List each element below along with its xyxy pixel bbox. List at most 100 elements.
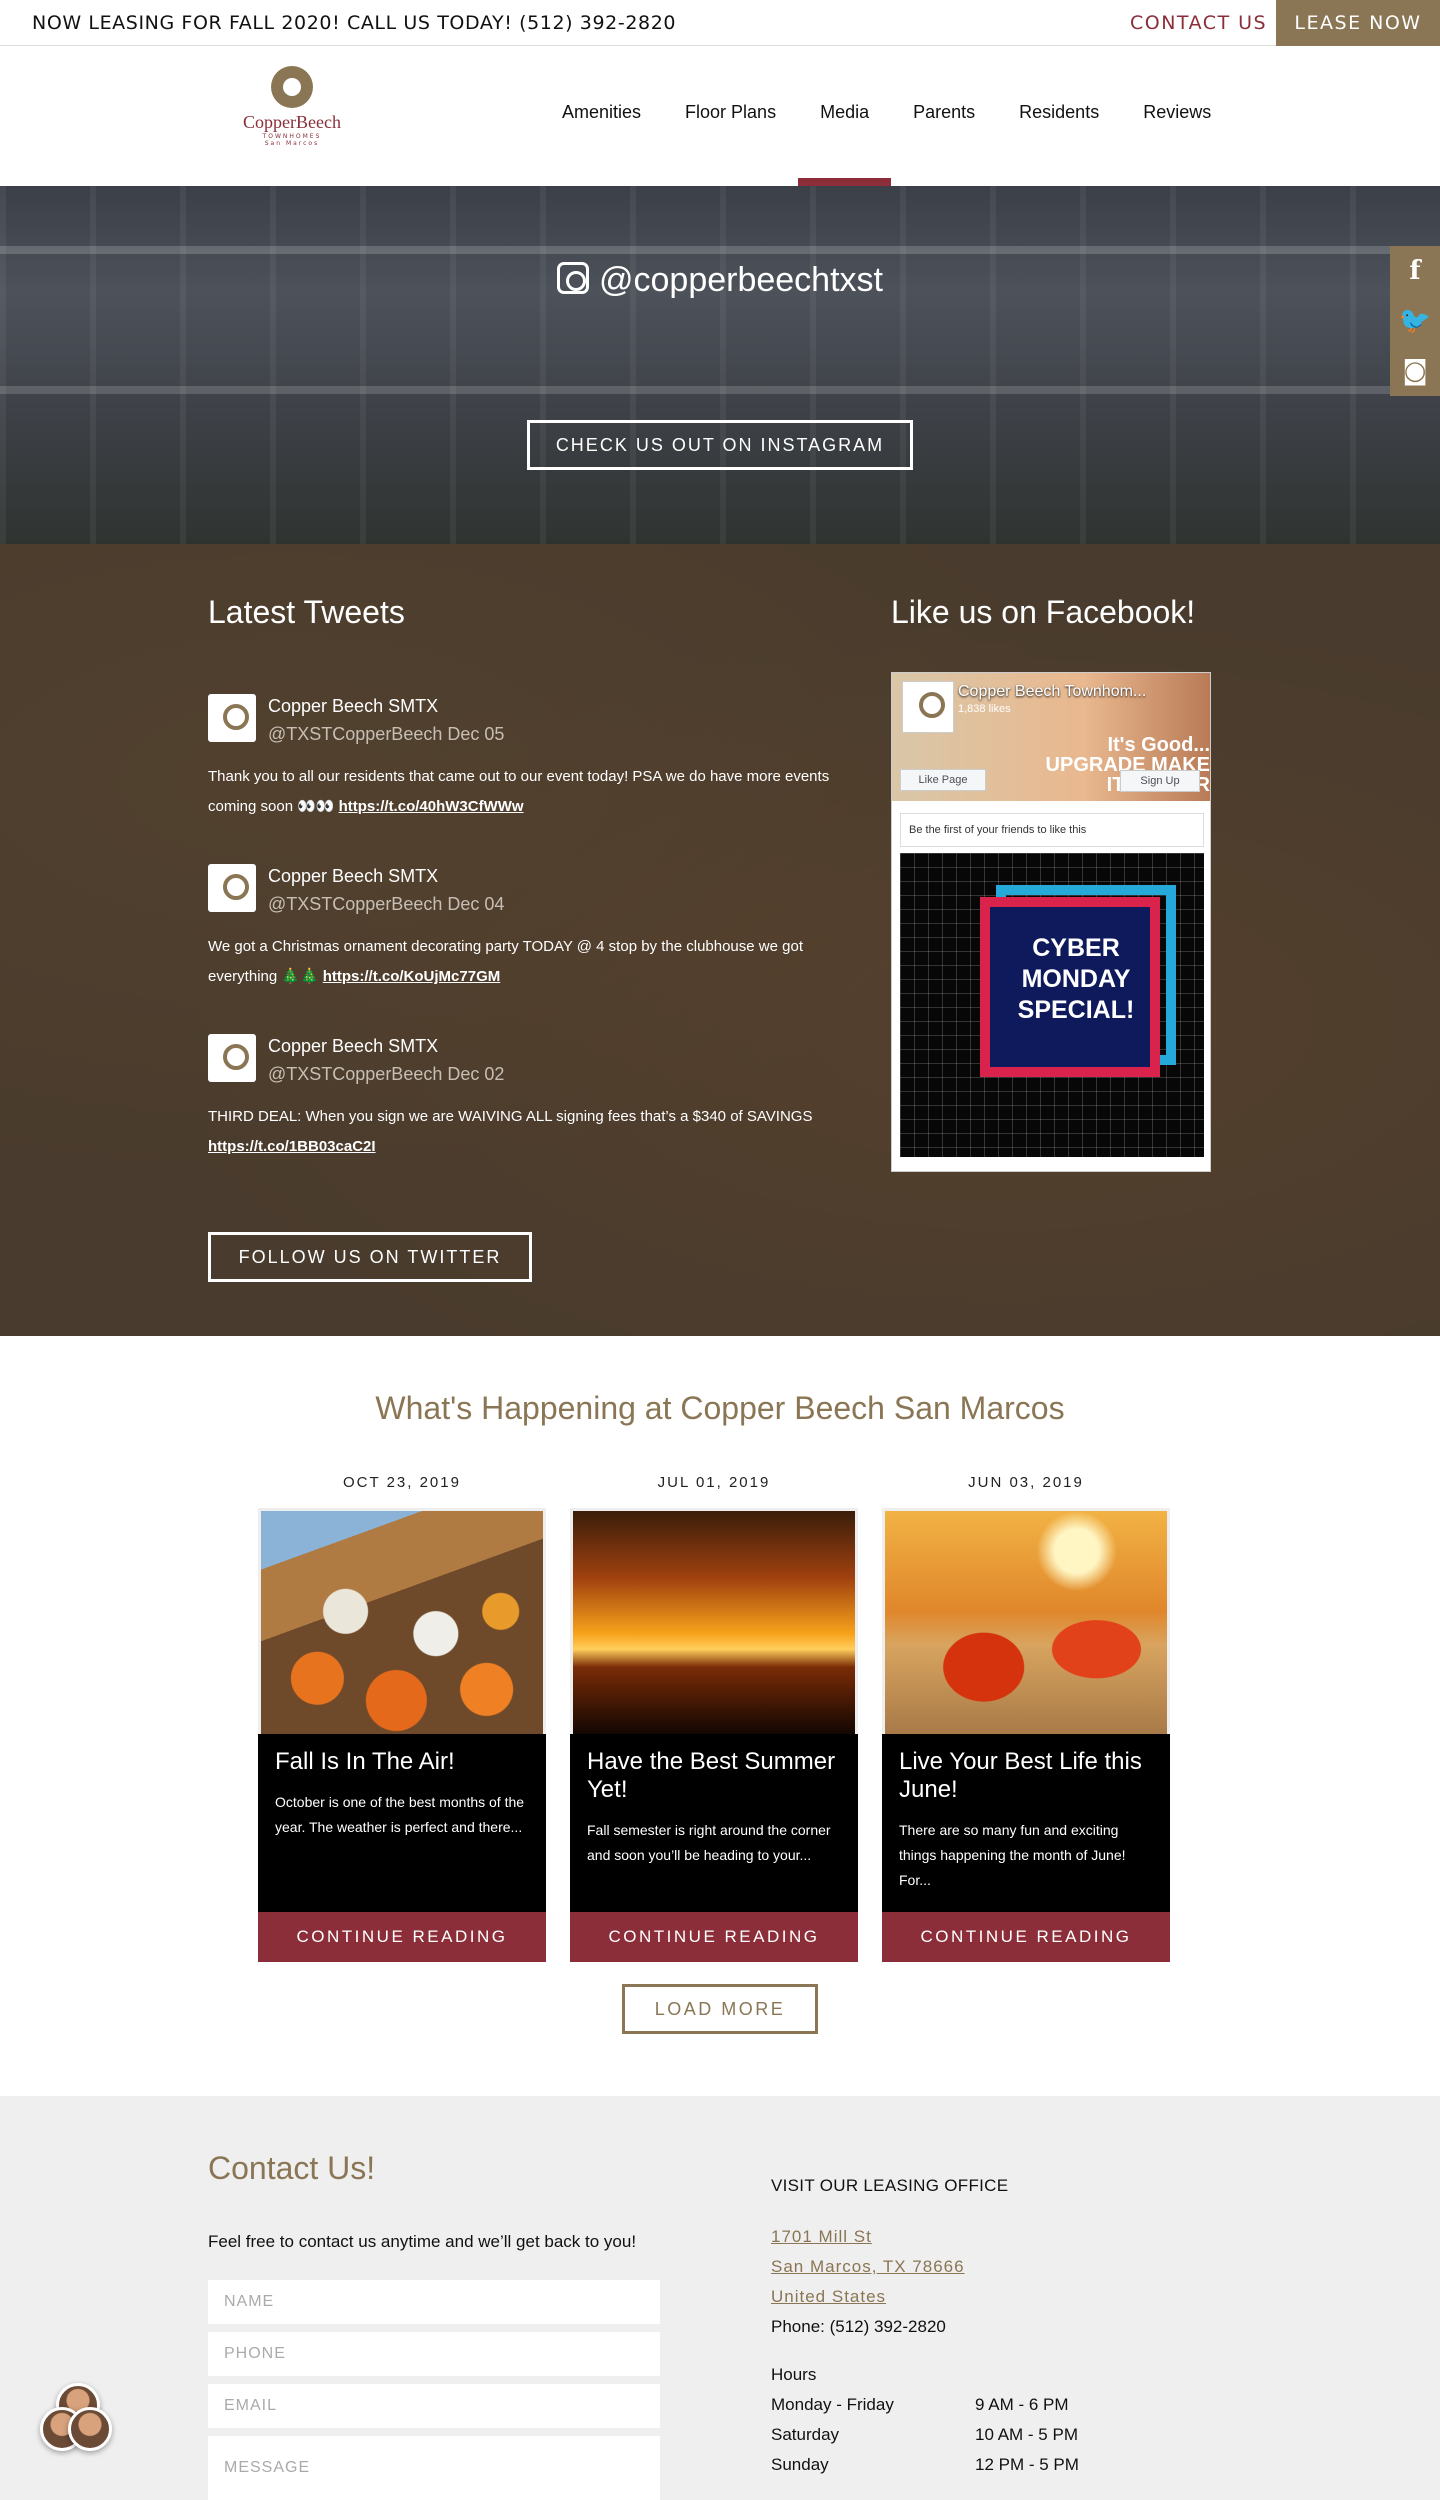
nav-residents[interactable]: Residents — [997, 46, 1121, 186]
hours-day: Saturday — [771, 2425, 840, 2444]
sign-up-button[interactable]: Sign Up — [1120, 770, 1200, 792]
card-title[interactable]: Fall Is In The Air! — [275, 1748, 529, 1776]
card-title[interactable]: Live Your Best Life this June! — [899, 1748, 1153, 1804]
office-title: VISIT OUR LEASING OFFICE — [771, 2176, 1009, 2195]
contact-intro: Feel free to contact us anytime and we’l… — [208, 2232, 637, 2251]
office-address: 1701 Mill St San Marcos, TX 78666 United… — [771, 2222, 1231, 2342]
continue-reading-button[interactable]: CONTINUE READING — [570, 1912, 858, 1962]
top-announcement-bar: NOW LEASING FOR FALL 2020! CALL US TODAY… — [0, 0, 1440, 46]
message-field[interactable] — [208, 2436, 660, 2500]
follow-twitter-button[interactable]: FOLLOW US ON TWITTER — [208, 1232, 532, 1282]
hours-time: 12 PM - 5 PM — [975, 2455, 1079, 2474]
hours-title: Hours — [771, 2365, 817, 2384]
twitter-icon[interactable]: 🐦 — [1390, 296, 1440, 346]
logo-name: CopperBeech — [243, 112, 341, 132]
logo-subtitle: TOWNHOMES — [262, 133, 322, 140]
social-sidebar: f 🐦 ◙ — [1390, 246, 1440, 396]
load-more-button[interactable]: LOAD MORE — [622, 1984, 818, 2034]
like-page-button[interactable]: Like Page — [900, 769, 986, 791]
facebook-widget: Copper Beech Townhom... 1,838 likes It's… — [891, 672, 1211, 1172]
social-feed-section: Latest Tweets Copper Beech SMTX @TXSTCop… — [0, 544, 1440, 1336]
tweet-handle-date: @TXSTCopperBeech Dec 05 — [268, 724, 505, 744]
office-hours: Hours Monday - Friday 9 AM - 6 PM Saturda… — [771, 2360, 1231, 2480]
card-date: JUN 03, 2019 — [968, 1474, 1084, 1491]
email-field[interactable] — [208, 2384, 660, 2428]
contact-us-link[interactable]: CONTACT US — [1130, 12, 1267, 34]
blog-card: OCT 23, 2019 Fall Is In The Air! October… — [258, 1474, 546, 1962]
hours-row: Saturday 10 AM - 5 PM — [771, 2420, 1231, 2450]
tweet-link[interactable]: https://t.co/1BB03caC2I — [208, 1138, 376, 1155]
nav-floor-plans[interactable]: Floor Plans — [663, 46, 798, 186]
contact-title: Contact Us! — [208, 2150, 376, 2186]
lease-now-button[interactable]: LEASE NOW — [1276, 0, 1440, 46]
card-date: OCT 23, 2019 — [343, 1474, 461, 1491]
main-nav: Amenities Floor Plans Media Parents Resi… — [540, 46, 1233, 186]
hours-day: Sunday — [771, 2455, 829, 2474]
sunglasses-image[interactable] — [882, 1508, 1170, 1734]
sunset-palms-image[interactable] — [570, 1508, 858, 1734]
leasing-promo-text: NOW LEASING FOR FALL 2020! CALL US TODAY… — [32, 12, 677, 34]
instagram-handle-text: @copperbeechtxst — [598, 261, 883, 299]
blog-card: JUL 01, 2019 Have the Best Summer Yet! F… — [570, 1474, 858, 1962]
tweet-text: Thank you to all our residents that came… — [208, 762, 858, 822]
tweet-avatar[interactable] — [208, 1034, 256, 1082]
facebook-title: Like us on Facebook! — [891, 594, 1196, 630]
tweet-item: Copper Beech SMTX @TXSTCopperBeech Dec 0… — [208, 864, 858, 1004]
tree-logo-icon — [271, 66, 313, 108]
instagram-icon[interactable]: ◙ — [1390, 346, 1440, 396]
tweet-handle-date: @TXSTCopperBeech Dec 02 — [268, 1064, 505, 1084]
tweet-text: We got a Christmas ornament decorating p… — [208, 932, 858, 992]
contact-section: Contact Us! Feel free to contact us anyt… — [0, 2096, 1440, 2500]
tweet-item: Copper Beech SMTX @TXSTCopperBeech Dec 0… — [208, 1034, 858, 1174]
card-body: Have the Best Summer Yet! Fall semester … — [570, 1734, 858, 1912]
facebook-page-name[interactable]: Copper Beech Townhom... — [958, 683, 1146, 701]
office-phone: Phone: (512) 392-2820 — [771, 2317, 946, 2336]
nav-reviews[interactable]: Reviews — [1121, 46, 1233, 186]
instagram-button[interactable]: CHECK US OUT ON INSTAGRAM — [527, 420, 913, 470]
name-field[interactable] — [208, 2280, 660, 2324]
continue-reading-button[interactable]: CONTINUE READING — [882, 1912, 1170, 1962]
tweet-link[interactable]: https://t.co/40hW3CfWWw — [339, 798, 524, 815]
tweet-author: Copper Beech SMTX — [268, 866, 439, 886]
instagram-icon — [556, 262, 589, 294]
tweet-body: We got a Christmas ornament decorating p… — [208, 938, 803, 985]
nav-parents[interactable]: Parents — [891, 46, 997, 186]
tweet-link[interactable]: https://t.co/KoUjMc77GM — [323, 968, 501, 985]
facebook-icon[interactable]: f — [1390, 246, 1440, 296]
phone-field[interactable] — [208, 2332, 660, 2376]
building-railing-photo — [0, 386, 1440, 394]
address-line-country[interactable]: United States — [771, 2287, 886, 2306]
hours-time: 10 AM - 5 PM — [975, 2425, 1078, 2444]
agent-avatar — [68, 2407, 112, 2451]
card-date: JUL 01, 2019 — [657, 1474, 771, 1491]
instagram-handle[interactable]: @copperbeechtxst — [0, 261, 1440, 300]
facebook-like-count: 1,838 likes — [958, 703, 1011, 715]
happenings-section: What's Happening at Copper Beech San Mar… — [0, 1336, 1440, 2096]
nav-media[interactable]: Media — [798, 46, 892, 186]
chat-widget-button[interactable] — [40, 2383, 122, 2457]
copper-beech-logo[interactable]: CopperBeech TOWNHOMES San Marcos — [232, 66, 352, 156]
address-line-city[interactable]: San Marcos, TX 78666 — [771, 2257, 965, 2276]
pumpkins-image[interactable] — [258, 1508, 546, 1734]
facebook-post-image[interactable]: CYBER MONDAY SPECIAL! — [900, 853, 1204, 1157]
hours-row: Monday - Friday 9 AM - 6 PM — [771, 2390, 1231, 2420]
building-balcony-photo — [0, 246, 1440, 254]
card-body: Fall Is In The Air! October is one of th… — [258, 1734, 546, 1912]
tweet-item: Copper Beech SMTX @TXSTCopperBeech Dec 0… — [208, 694, 858, 834]
hours-day: Monday - Friday — [771, 2395, 894, 2414]
continue-reading-button[interactable]: CONTINUE READING — [258, 1912, 546, 1962]
hours-time: 9 AM - 6 PM — [975, 2395, 1069, 2414]
instagram-hero: @copperbeechtxst CHECK US OUT ON INSTAGR… — [0, 186, 1440, 544]
facebook-page-avatar[interactable] — [902, 681, 954, 733]
address-line-street[interactable]: 1701 Mill St — [771, 2227, 872, 2246]
tweet-avatar[interactable] — [208, 694, 256, 742]
hours-row: Sunday 12 PM - 5 PM — [771, 2450, 1231, 2480]
tweet-handle-date: @TXSTCopperBeech Dec 04 — [268, 894, 505, 914]
card-body: Live Your Best Life this June! There are… — [882, 1734, 1170, 1912]
site-header: CopperBeech TOWNHOMES San Marcos Ameniti… — [0, 46, 1440, 186]
tweet-avatar[interactable] — [208, 864, 256, 912]
tweet-body: THIRD DEAL: When you sign we are WAIVING… — [208, 1108, 813, 1125]
nav-amenities[interactable]: Amenities — [540, 46, 663, 186]
logo-location: San Marcos — [264, 140, 320, 147]
card-title[interactable]: Have the Best Summer Yet! — [587, 1748, 841, 1804]
